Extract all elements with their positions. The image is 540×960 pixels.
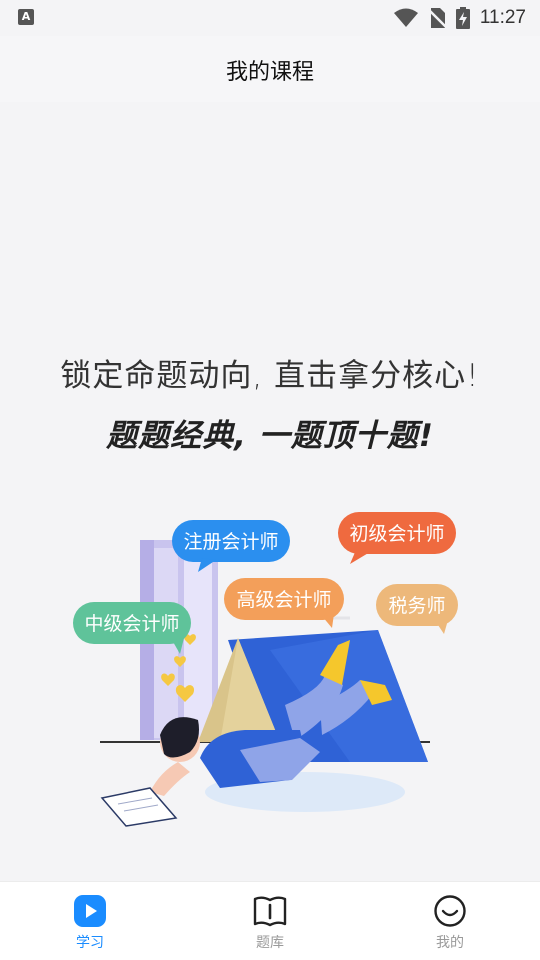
bubble-label-gaoji: 高级会计师 <box>236 589 331 611</box>
status-bar: A 11:27 <box>0 0 540 36</box>
bubble-gaoji: 高级会计师 <box>224 578 344 628</box>
tab-mine[interactable]: 我的 <box>360 882 540 960</box>
slogan-secondary: 题题经典, 一题顶十题! <box>106 418 434 454</box>
tab-study[interactable]: 学习 <box>0 882 180 960</box>
book-icon <box>253 896 287 927</box>
bubble-label-chuji: 初级会计师 <box>349 523 444 545</box>
bubble-label-shuiwu: 税务师 <box>388 595 445 617</box>
tab-label-mine: 我的 <box>436 935 464 951</box>
tab-label-study: 学习 <box>76 935 104 951</box>
bubble-shuiwu: 税务师 <box>376 584 458 634</box>
bubble-chuji: 初级会计师 <box>338 512 456 564</box>
play-icon <box>74 895 106 927</box>
battery-charging-icon <box>455 7 470 29</box>
tab-question-bank[interactable]: 题库 <box>180 882 360 960</box>
title-bar: 我的课程 <box>0 36 540 102</box>
status-time: 11:27 <box>479 7 526 28</box>
page-title: 我的课程 <box>225 60 314 85</box>
bubble-label-zhongji: 中级会计师 <box>84 613 179 635</box>
slogan-primary: 锁定命题动向, 直击拿分核心! <box>60 358 480 394</box>
bubble-label-zhuce: 注册会计师 <box>183 531 278 553</box>
bottom-tab-bar: 学习 题库 我的 <box>0 881 540 960</box>
no-sim-icon <box>427 8 446 28</box>
smile-icon <box>434 895 466 927</box>
tab-label-question-bank: 题库 <box>256 935 284 951</box>
wifi-icon <box>393 8 418 27</box>
study-illustration: 注册会计师 初级会计师 高级会计师 中级会计师 税务师 <box>73 512 458 827</box>
app-notification-icon: A <box>18 9 34 25</box>
